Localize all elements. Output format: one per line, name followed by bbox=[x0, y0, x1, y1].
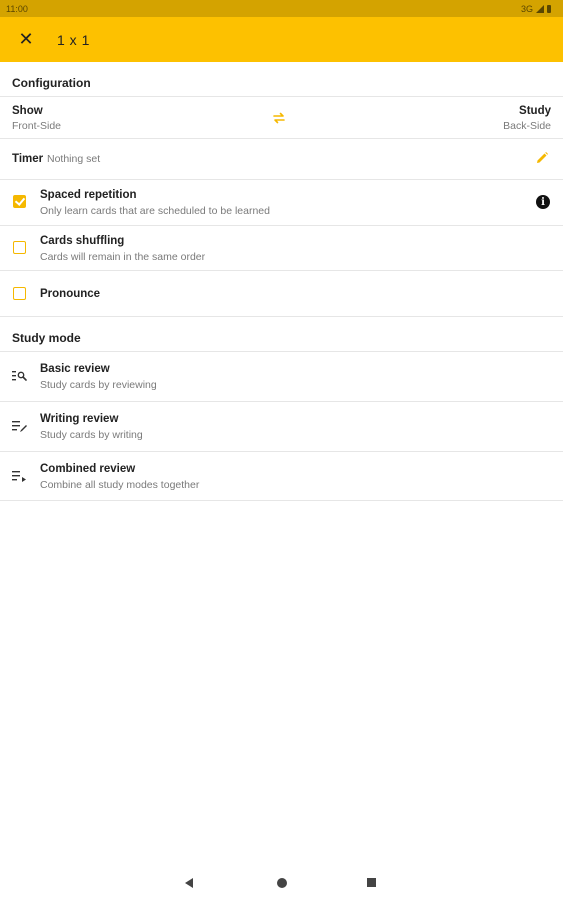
combined-review-title: Combined review bbox=[40, 463, 136, 475]
cards-shuffling-row[interactable] bbox=[0, 226, 563, 270]
status-time: 11:00 bbox=[6, 3, 28, 14]
network-label: 3G bbox=[520, 3, 533, 14]
study-value[interactable]: Back-Side bbox=[503, 120, 551, 132]
combined-review-icon bbox=[12, 471, 26, 482]
back-icon[interactable] bbox=[185, 878, 193, 888]
recent-apps-icon[interactable] bbox=[367, 878, 376, 887]
system-nav-bar bbox=[0, 866, 563, 900]
divider bbox=[0, 316, 563, 317]
info-icon[interactable]: i bbox=[536, 195, 550, 209]
basic-review-subtitle: Study cards by reviewing bbox=[40, 379, 157, 391]
study-label: Study bbox=[519, 105, 551, 117]
close-icon[interactable]: ✕ bbox=[10, 24, 42, 56]
app-bar: ✕ 1 x 1 bbox=[0, 17, 563, 62]
writing-review-icon bbox=[12, 421, 27, 432]
signal-icon bbox=[536, 4, 544, 13]
battery-icon bbox=[547, 4, 551, 13]
show-label: Show bbox=[12, 105, 43, 117]
basic-review-row[interactable] bbox=[0, 352, 563, 401]
home-icon[interactable] bbox=[277, 878, 287, 888]
swap-icon[interactable] bbox=[271, 110, 287, 126]
status-icons: 3G bbox=[521, 4, 551, 14]
timer-label: Timer bbox=[12, 153, 44, 165]
configuration-header: Configuration bbox=[12, 76, 91, 90]
basic-review-icon bbox=[12, 371, 27, 381]
pronounce-checkbox[interactable] bbox=[13, 287, 26, 300]
spaced-repetition-checkbox[interactable] bbox=[13, 195, 26, 208]
divider bbox=[0, 500, 563, 501]
cards-shuffling-checkbox[interactable] bbox=[13, 241, 26, 254]
show-value[interactable]: Front-Side bbox=[12, 120, 61, 132]
page-title: 1 x 1 bbox=[57, 31, 90, 48]
cards-shuffling-subtitle: Cards will remain in the same order bbox=[40, 251, 206, 263]
pencil-icon[interactable] bbox=[535, 151, 549, 165]
cards-shuffling-title: Cards shuffling bbox=[40, 235, 125, 247]
status-bar: 11:00 3G bbox=[0, 0, 563, 17]
writing-review-title: Writing review bbox=[40, 413, 119, 425]
spaced-repetition-subtitle: Only learn cards that are scheduled to b… bbox=[40, 205, 270, 217]
study-mode-header: Study mode bbox=[12, 331, 81, 345]
timer-value: Nothing set bbox=[47, 153, 101, 165]
spaced-repetition-row[interactable] bbox=[0, 180, 563, 225]
combined-review-row[interactable] bbox=[0, 452, 563, 500]
spaced-repetition-title: Spaced repetition bbox=[40, 189, 137, 201]
writing-review-row[interactable] bbox=[0, 402, 563, 451]
writing-review-subtitle: Study cards by writing bbox=[40, 429, 143, 441]
pronounce-title: Pronounce bbox=[40, 288, 101, 300]
combined-review-subtitle: Combine all study modes together bbox=[40, 479, 200, 491]
basic-review-title: Basic review bbox=[40, 363, 110, 375]
